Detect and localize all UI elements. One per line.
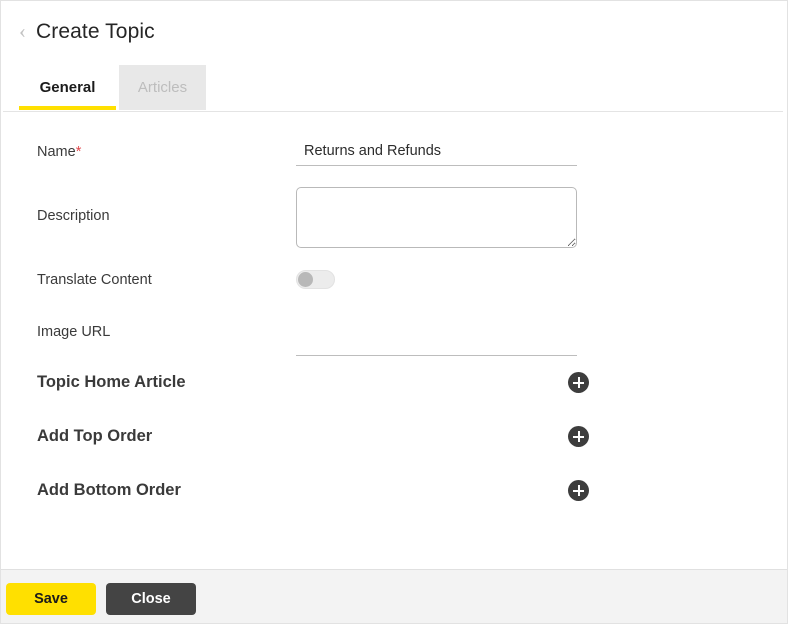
tab-articles-label: Articles bbox=[137, 79, 188, 96]
plus-circle-icon-topic-home-article[interactable] bbox=[568, 372, 589, 393]
section-add-bottom-order: Add Bottom Order bbox=[1, 480, 787, 507]
section-topic-home-article: Topic Home Article bbox=[1, 372, 787, 399]
tab-bar: General Articles bbox=[1, 65, 787, 112]
plus-vertical-bar bbox=[577, 431, 580, 442]
section-title-topic-home-article: Topic Home Article bbox=[37, 373, 186, 391]
required-marker: * bbox=[75, 144, 82, 160]
form-row-image-url: Image URL bbox=[1, 320, 787, 356]
plus-vertical-bar bbox=[577, 377, 580, 388]
plus-circle-icon-add-top-order[interactable] bbox=[568, 426, 589, 447]
tab-general-label: General bbox=[39, 79, 96, 96]
toggle-knob bbox=[298, 272, 313, 287]
translate-content-toggle[interactable] bbox=[296, 270, 335, 289]
section-title-add-top-order: Add Top Order bbox=[37, 427, 153, 445]
tab-general[interactable]: General bbox=[19, 65, 116, 110]
form-row-translate-content: Translate Content bbox=[1, 270, 787, 292]
form-panel: Name* Description Translate Content Imag… bbox=[1, 112, 787, 569]
plus-circle-icon-add-bottom-order[interactable] bbox=[568, 480, 589, 501]
create-topic-window: ‹ Create Topic General Articles Name* De… bbox=[0, 0, 788, 624]
save-button[interactable]: Save bbox=[6, 583, 96, 615]
close-button[interactable]: Close bbox=[106, 583, 196, 615]
form-row-description: Description bbox=[1, 187, 787, 251]
description-label: Description bbox=[37, 208, 110, 224]
page-title: Create Topic bbox=[36, 20, 155, 43]
tab-active-underline bbox=[19, 106, 116, 110]
name-label: Name* bbox=[37, 144, 82, 160]
description-textarea[interactable] bbox=[296, 187, 577, 248]
image-url-label: Image URL bbox=[37, 324, 111, 340]
section-add-top-order: Add Top Order bbox=[1, 426, 787, 453]
translate-content-label: Translate Content bbox=[37, 272, 152, 288]
image-url-input[interactable] bbox=[296, 330, 577, 356]
chevron-left-icon[interactable]: ‹ bbox=[19, 20, 26, 42]
footer-action-bar: Save Close bbox=[1, 569, 787, 623]
section-title-add-bottom-order: Add Bottom Order bbox=[37, 481, 181, 499]
form-row-name: Name* bbox=[1, 140, 787, 170]
plus-vertical-bar bbox=[577, 485, 580, 496]
tab-articles[interactable]: Articles bbox=[119, 65, 206, 110]
page-header: ‹ Create Topic bbox=[1, 1, 787, 63]
name-input[interactable] bbox=[296, 140, 577, 166]
